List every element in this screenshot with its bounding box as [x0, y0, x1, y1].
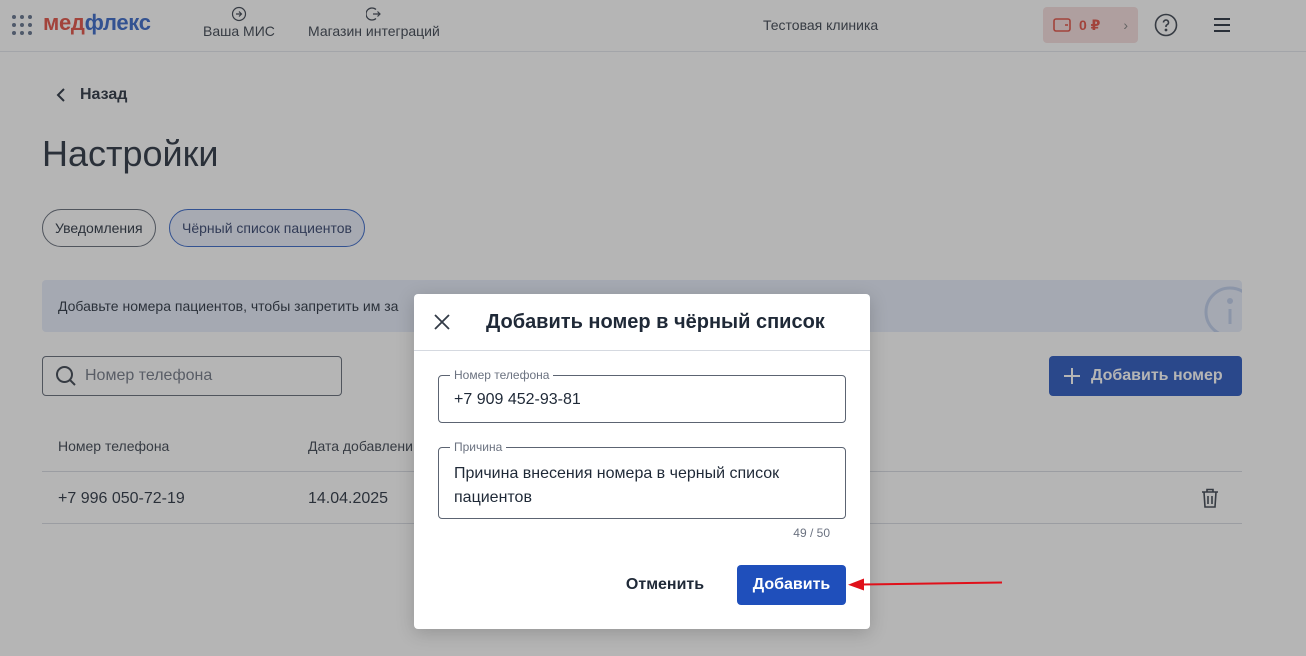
close-icon[interactable] — [434, 314, 450, 330]
add-to-blacklist-modal: Добавить номер в чёрный список Номер тел… — [414, 294, 870, 629]
modal-title: Добавить номер в чёрный список — [486, 311, 825, 333]
character-counter: 49 / 50 — [793, 526, 830, 540]
reason-field-value[interactable]: Причина внесения номера в черный список … — [454, 462, 829, 510]
reason-field[interactable]: Причина Причина внесения номера в черный… — [438, 440, 846, 519]
reason-field-label: Причина — [450, 440, 507, 454]
modal-header: Добавить номер в чёрный список — [414, 294, 870, 351]
phone-field[interactable]: Номер телефона +7 909 452-93-81 — [438, 368, 846, 423]
phone-field-label: Номер телефона — [450, 368, 554, 382]
annotation-arrow-icon — [848, 578, 1003, 591]
phone-field-value[interactable]: +7 909 452-93-81 — [454, 391, 581, 409]
cancel-button[interactable]: Отменить — [614, 565, 716, 605]
submit-add-button[interactable]: Добавить — [737, 565, 846, 605]
